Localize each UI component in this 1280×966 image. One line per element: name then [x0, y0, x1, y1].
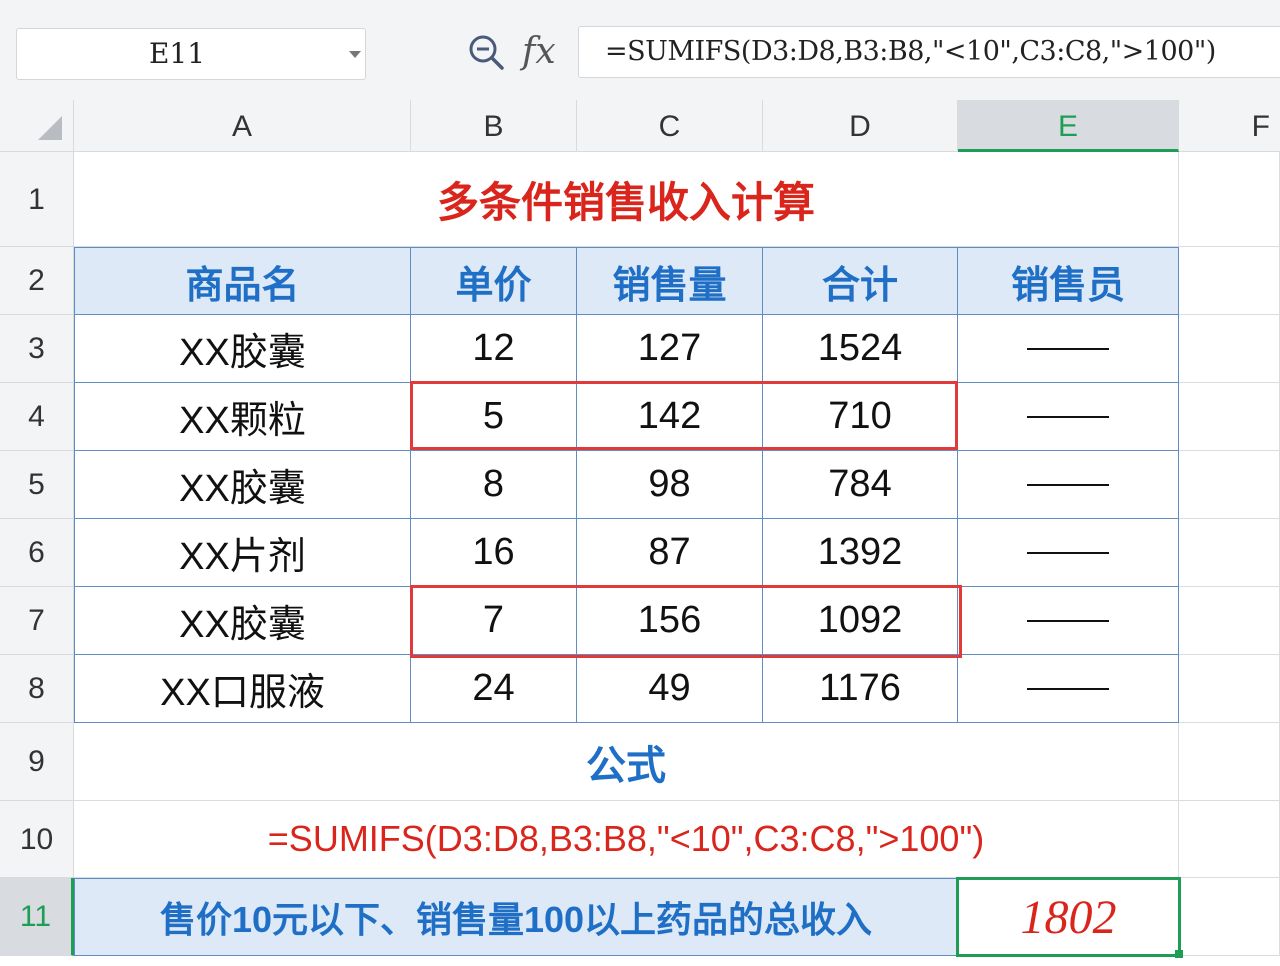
cell-f7[interactable]: [1179, 587, 1280, 655]
data-cell-name[interactable]: XX口服液: [74, 655, 411, 723]
formula-text-cell[interactable]: =SUMIFS(D3:D8,B3:B8,"<10",C3:C8,">100"): [74, 801, 1179, 878]
data-cell-total[interactable]: 1392: [763, 519, 958, 587]
row-header-8[interactable]: 8: [0, 655, 74, 723]
fx-icon[interactable]: fx: [522, 26, 572, 78]
header-cell-seller[interactable]: 销售员: [958, 247, 1179, 315]
seller-dash: [1027, 483, 1109, 486]
data-cell-qty[interactable]: 98: [577, 451, 763, 519]
row-header-9[interactable]: 9: [0, 723, 74, 801]
seller-dash: [1027, 687, 1109, 690]
column-header-f[interactable]: F: [1179, 100, 1280, 152]
row-header-11[interactable]: 11: [0, 878, 74, 956]
cell-f9[interactable]: [1179, 723, 1280, 801]
cell-f3[interactable]: [1179, 315, 1280, 383]
data-cell-price[interactable]: 12: [411, 315, 577, 383]
cell-f2[interactable]: [1179, 247, 1280, 315]
summary-value-cell[interactable]: 1802: [956, 877, 1181, 957]
data-cell-name[interactable]: XX胶囊: [74, 587, 411, 655]
data-cell-total[interactable]: 1176: [763, 655, 958, 723]
cell-f1[interactable]: [1179, 152, 1280, 247]
data-cell-seller[interactable]: [958, 383, 1179, 451]
seller-dash: [1027, 347, 1109, 350]
cell-f11[interactable]: [1183, 878, 1280, 956]
column-header-b[interactable]: B: [411, 100, 577, 152]
row-header-1[interactable]: 1: [0, 152, 74, 247]
row-header-6[interactable]: 6: [0, 519, 74, 587]
data-cell-name[interactable]: XX胶囊: [74, 315, 411, 383]
formula-heading-cell[interactable]: 公式: [74, 723, 1179, 801]
row-header-10[interactable]: 10: [0, 801, 74, 878]
data-cell-seller[interactable]: [958, 451, 1179, 519]
data-cell-price[interactable]: 24: [411, 655, 577, 723]
summary-label-cell[interactable]: 售价10元以下、销售量100以上药品的总收入: [74, 878, 958, 956]
data-cell-total[interactable]: 1524: [763, 315, 958, 383]
highlight-box-row-7: [410, 585, 962, 658]
data-cell-total[interactable]: 784: [763, 451, 958, 519]
data-cell-qty[interactable]: 87: [577, 519, 763, 587]
data-cell-seller[interactable]: [958, 587, 1179, 655]
sheet-title-cell[interactable]: 多条件销售收入计算: [74, 152, 1179, 247]
data-cell-seller[interactable]: [958, 655, 1179, 723]
cell-f5[interactable]: [1179, 451, 1280, 519]
header-cell-qty[interactable]: 销售量: [577, 247, 763, 315]
zoom-out-icon[interactable]: [466, 32, 506, 72]
cell-f4[interactable]: [1179, 383, 1280, 451]
column-header-d[interactable]: D: [763, 100, 958, 152]
row-header-5[interactable]: 5: [0, 451, 74, 519]
name-box-value: E11: [148, 37, 206, 70]
header-cell-name[interactable]: 商品名: [74, 247, 411, 315]
row-header-4[interactable]: 4: [0, 383, 74, 451]
data-cell-price[interactable]: 16: [411, 519, 577, 587]
column-header-e[interactable]: E: [958, 100, 1179, 152]
data-cell-seller[interactable]: [958, 519, 1179, 587]
select-all-corner[interactable]: [0, 100, 74, 152]
data-cell-name[interactable]: XX片剂: [74, 519, 411, 587]
cell-f10[interactable]: [1179, 801, 1280, 878]
row-header-2[interactable]: 2: [0, 247, 74, 315]
row-header-7[interactable]: 7: [0, 587, 74, 655]
data-cell-seller[interactable]: [958, 315, 1179, 383]
data-cell-name[interactable]: XX颗粒: [74, 383, 411, 451]
name-box[interactable]: E11: [16, 28, 366, 80]
data-cell-name[interactable]: XX胶囊: [74, 451, 411, 519]
select-all-triangle-icon: [38, 116, 62, 140]
formula-input[interactable]: =SUMIFS(D3:D8,B3:B8,"<10",C3:C8,">100"): [578, 26, 1280, 78]
column-header-a[interactable]: A: [74, 100, 411, 152]
cell-f6[interactable]: [1179, 519, 1280, 587]
data-cell-qty[interactable]: 127: [577, 315, 763, 383]
seller-dash: [1027, 551, 1109, 554]
chevron-down-icon[interactable]: [349, 51, 361, 58]
data-cell-qty[interactable]: 49: [577, 655, 763, 723]
formula-input-text: =SUMIFS(D3:D8,B3:B8,"<10",C3:C8,">100"): [605, 36, 1216, 67]
column-header-c[interactable]: C: [577, 100, 763, 152]
seller-dash: [1027, 415, 1109, 418]
data-cell-price[interactable]: 8: [411, 451, 577, 519]
seller-dash: [1027, 619, 1109, 622]
header-cell-price[interactable]: 单价: [411, 247, 577, 315]
cell-f8[interactable]: [1179, 655, 1280, 723]
row-header-3[interactable]: 3: [0, 315, 74, 383]
header-cell-total[interactable]: 合计: [763, 247, 958, 315]
highlight-box-row-4: [410, 381, 958, 450]
fill-handle[interactable]: [1175, 950, 1183, 958]
